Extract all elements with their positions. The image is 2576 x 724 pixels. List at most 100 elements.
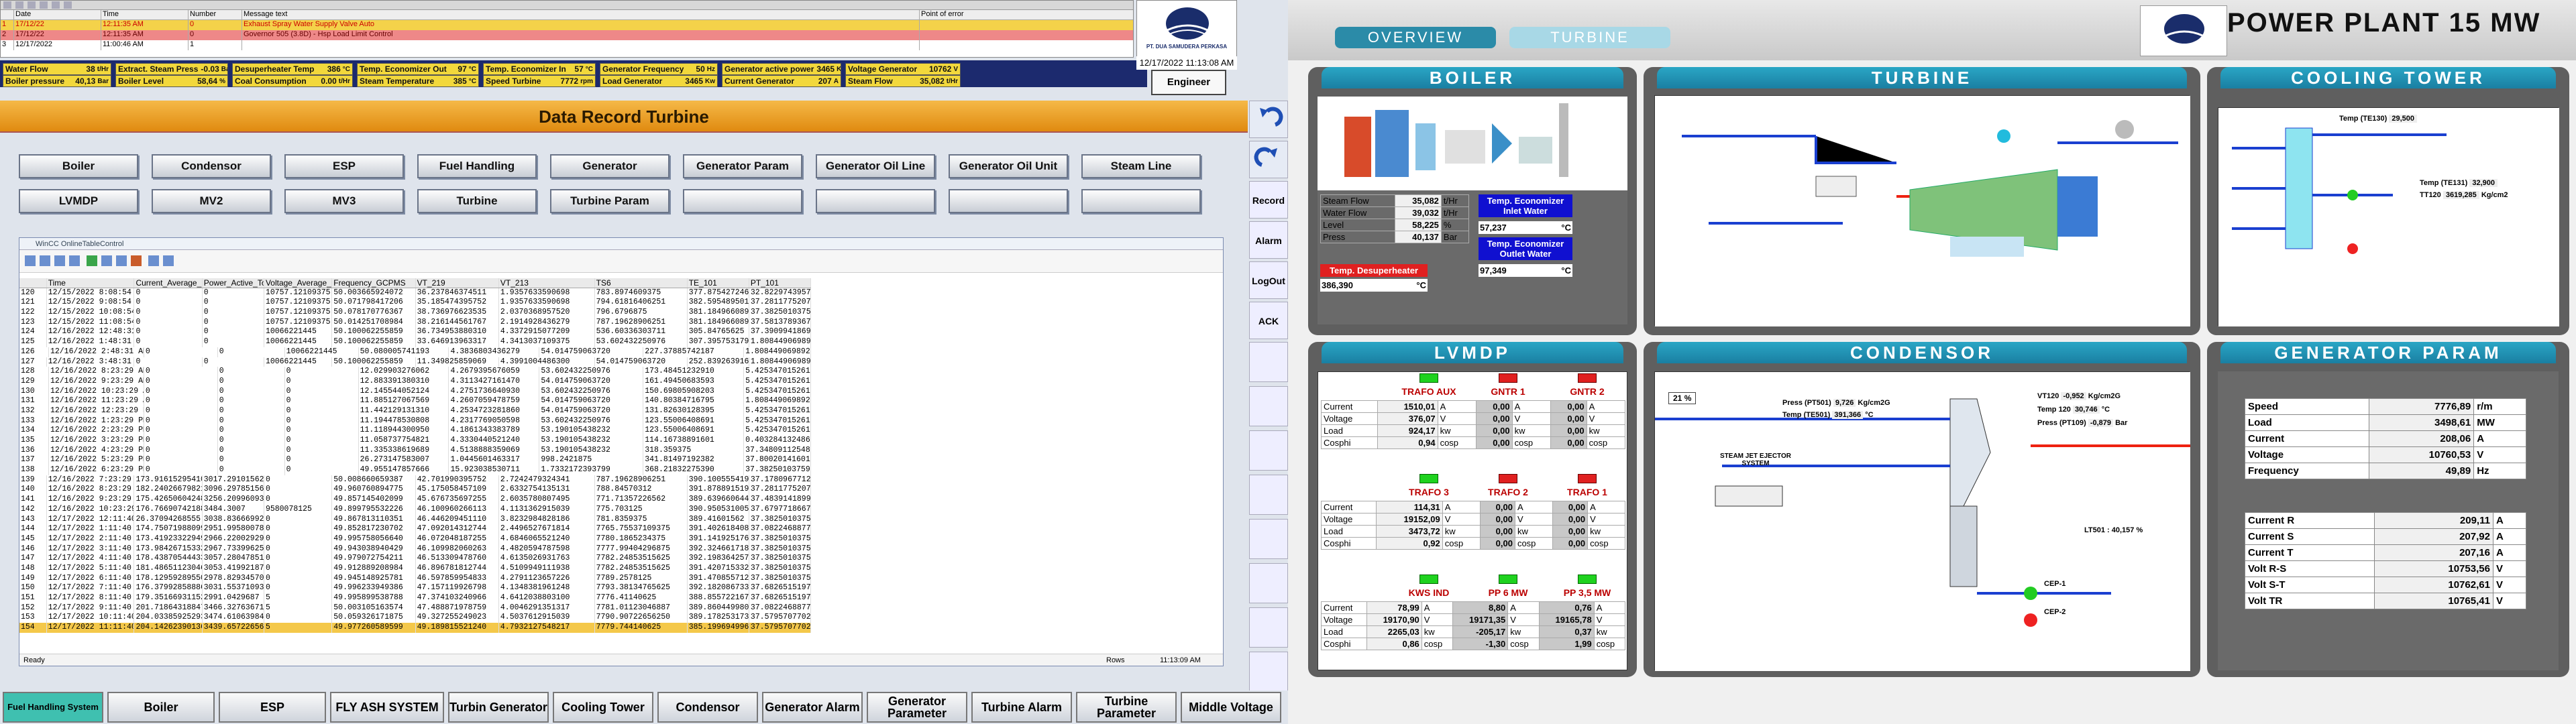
table-row[interactable]: 15312/17/2022 10:11:40 AM204.03385925293… [19, 613, 812, 623]
table-row[interactable]: 14012/16/2022 8:23:29 PM182.240266798213… [19, 485, 812, 495]
side-empty-3[interactable] [1249, 430, 1288, 471]
table-row[interactable]: 15412/17/2022 11:11:40 AM204.14262390136… [19, 623, 812, 633]
alarm-col-2[interactable]: Time [101, 10, 189, 19]
table-row[interactable]: 138 12/16/2022 6:23:29 PM 0 0 0 49.9551478576… [19, 465, 812, 475]
table-row[interactable]: 128 12/16/2022 8:23:29 AM 0 0 0 12.0299032760… [19, 367, 812, 377]
table-row[interactable]: 129 12/16/2022 9:23:29 AM 0 0 0 12.8833913803… [19, 376, 812, 387]
table-row[interactable]: 12312/15/2022 11:08:54 PM0010757.1210937… [19, 317, 812, 328]
table-row[interactable]: 14412/17/2022 1:11:40 AM174.750719880992… [19, 524, 812, 534]
nav-button-boiler[interactable]: Boiler [19, 154, 138, 178]
table-row[interactable]: 14612/17/2022 3:11:40 AM173.984267153322… [19, 544, 812, 554]
breaker-pp-3-5-mw[interactable]: PP 3,5 MW [1550, 575, 1624, 598]
table-header-cell[interactable]: VT_213 [499, 278, 595, 288]
breaker-kws-ind[interactable]: KWS IND [1392, 575, 1466, 598]
table-row[interactable]: 15012/17/2022 7:11:40 AM176.379928588863… [19, 583, 812, 593]
bottom-nav-boiler[interactable]: Boiler [107, 692, 215, 723]
table-header-cell[interactable]: Current_Average_ [134, 278, 203, 288]
alarm-col-1[interactable]: Date [14, 10, 101, 19]
table-row[interactable]: 135 12/16/2022 3:23:29 PM 0 0 0 11.0587377548… [19, 436, 812, 446]
table-row[interactable]: 12112/15/2022 9:08:54 PM0010757.12109375… [19, 298, 812, 308]
bottom-nav-condensor[interactable]: Condensor [657, 692, 758, 723]
table-header-cell[interactable]: TS6 [595, 278, 688, 288]
tab-overview[interactable]: OVERVIEW [1335, 27, 1496, 48]
table-row[interactable]: 12712/16/2022 3:48:31 AM001006622144550.… [19, 357, 812, 367]
nav-button-esp[interactable]: ESP [284, 154, 404, 178]
alarm-row[interactable]: 1 17/12/22 12:11:35 AM 0 Exhaust Spray Water… [1, 20, 1133, 30]
bottom-nav-turbin-generator[interactable]: Turbin Generator [448, 692, 549, 723]
table-row[interactable]: 14812/17/2022 5:11:40 AM181.486511230463… [19, 563, 812, 574]
table-header-cell[interactable]: Time [47, 278, 135, 288]
breaker-trafo-3[interactable]: TRAFO 3 [1392, 474, 1466, 497]
table-row[interactable]: 134 12/16/2022 2:23:29 PM 0 0 0 11.1189443009… [19, 426, 812, 436]
alarm-button[interactable]: Alarm [1249, 221, 1288, 259]
breaker-gntr-2[interactable]: GNTR 2 [1550, 373, 1624, 397]
tab-turbine[interactable]: TURBINE [1509, 27, 1670, 48]
lock-icon[interactable] [15, 1, 23, 9]
table-header-cell[interactable]: Power_Active_Tota [203, 278, 264, 288]
nav-button-steam-line[interactable]: Steam Line [1081, 154, 1201, 178]
nav-button-generator-oil-unit[interactable]: Generator Oil Unit [949, 154, 1068, 178]
bottom-nav-generator-parameter[interactable]: Generator Parameter [867, 692, 967, 723]
table-header-cell[interactable]: TE_101 [688, 278, 749, 288]
user-role[interactable]: Engineer [1151, 70, 1226, 95]
nav-button-turbine[interactable]: Turbine [417, 189, 537, 213]
side-empty-5[interactable] [1249, 519, 1288, 559]
table-row[interactable]: 126 12/16/2022 2:48:31 AM 0 0 10066221445 50.… [19, 347, 812, 357]
breaker-trafo-1[interactable]: TRAFO 1 [1550, 474, 1624, 497]
side-empty-2[interactable] [1249, 386, 1288, 426]
table-row[interactable]: 15212/17/2022 9:11:40 AM201.718643188473… [19, 603, 812, 613]
logout-button[interactable]: LogOut [1249, 261, 1288, 299]
table-header-cell[interactable]: Frequency_GCPMS [332, 278, 416, 288]
breaker-gntr-1[interactable]: GNTR 1 [1471, 373, 1545, 397]
table-row[interactable]: 12012/15/2022 8:08:54 PM0010757.12109375… [19, 288, 812, 298]
alarm-col-4[interactable]: Message text [242, 10, 920, 19]
table-row[interactable]: 12512/16/2022 1:48:31 AM001006622144550.… [19, 337, 812, 347]
side-empty-1[interactable] [1249, 342, 1288, 382]
table-row[interactable]: 15112/17/2022 8:11:40 AM179.351669311522… [19, 593, 812, 603]
nav-button-turbine-param[interactable]: Turbine Param [550, 189, 669, 213]
table-row[interactable]: 131 12/16/2022 11:23:29 AM 0 0 0 11.885127067… [19, 396, 812, 406]
nav-button-empty-8[interactable] [1081, 189, 1201, 213]
table-row[interactable]: 14212/16/2022 10:23:29 PM176.76690742188… [19, 504, 812, 515]
nav-button-mv3[interactable]: MV3 [284, 189, 404, 213]
bottom-nav-turbine-alarm[interactable]: Turbine Alarm [971, 692, 1072, 723]
bottom-nav-middle-voltage[interactable]: Middle Voltage [1181, 692, 1281, 723]
table-row[interactable]: 14112/16/2022 9:23:29 PM175.426506042483… [19, 495, 812, 505]
nav-button-mv2[interactable]: MV2 [152, 189, 271, 213]
print-icon[interactable] [52, 1, 60, 9]
side-empty-8[interactable] [1249, 652, 1288, 692]
nav-button-condensor[interactable]: Condensor [152, 154, 271, 178]
side-empty-6[interactable] [1249, 563, 1288, 603]
table-header-cell[interactable]: Voltage_Average_ [264, 278, 333, 288]
alarm-row[interactable]: 3 12/17/2022 11:00:46 AM 1 [1, 40, 1133, 50]
table-row[interactable]: 133 12/16/2022 1:23:29 PM 0 0 0 11.1944785308… [19, 416, 812, 426]
breaker-pp-6-mw[interactable]: PP 6 MW [1471, 575, 1545, 598]
table-header-cell[interactable]: PT_101 [749, 278, 812, 288]
alarm-list[interactable]: Date Time Number Message text Point of error… [0, 0, 1134, 58]
export-icon[interactable] [64, 1, 72, 9]
data-table[interactable]: TimeCurrent_Average_Power_Active_TotaVol… [19, 278, 812, 633]
side-empty-7[interactable] [1249, 607, 1288, 648]
breaker-trafo-aux[interactable]: TRAFO AUX [1392, 373, 1466, 397]
ack-button[interactable]: ACK [1249, 302, 1288, 339]
bottom-nav-cooling-tower[interactable]: Cooling Tower [553, 692, 653, 723]
nav-button-fuel-handling[interactable]: Fuel Handling [417, 154, 537, 178]
side-empty-4[interactable] [1249, 475, 1288, 515]
table-row[interactable]: 14912/17/2022 6:11:40 AM178.129592895502… [19, 573, 812, 584]
table-toolbar-icons[interactable] [19, 250, 221, 273]
sort-icon[interactable] [28, 1, 36, 9]
bottom-nav-esp[interactable]: ESP [219, 692, 326, 723]
table-row[interactable]: 13912/16/2022 7:23:29 PM173.916152954103… [19, 475, 812, 485]
table-row[interactable]: 14312/17/2022 12:11:40 AM26.370942685553… [19, 514, 812, 525]
ack-icon[interactable] [3, 1, 11, 9]
nav-button-empty-7[interactable] [949, 189, 1068, 213]
nav-button-generator-oil-line[interactable]: Generator Oil Line [816, 154, 935, 178]
table-row[interactable]: 14512/17/2022 2:11:40 AM173.419233229492… [19, 534, 812, 544]
nav-button-empty-6[interactable] [816, 189, 935, 213]
alarm-col-5[interactable]: Point of error [920, 10, 1133, 19]
table-row[interactable]: 132 12/16/2022 12:23:29 PM 0 0 0 11.442129131… [19, 406, 812, 416]
table-row[interactable]: 136 12/16/2022 4:23:29 PM 0 0 0 11.3353386196… [19, 445, 812, 456]
nav-button-empty-5[interactable] [683, 189, 802, 213]
table-row[interactable]: 137 12/16/2022 5:23:29 PM 0 0 0 26.2731475830… [19, 455, 812, 466]
alarm-row[interactable]: 2 17/12/22 12:11:35 AM 0 Governor 505 (3.8D)… [1, 30, 1133, 40]
